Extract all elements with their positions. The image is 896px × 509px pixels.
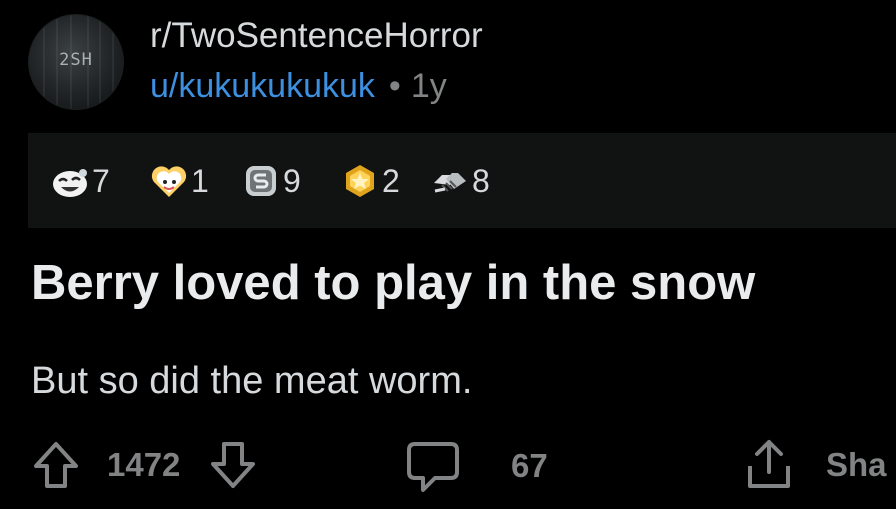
post-age: 1y [410,67,447,105]
gold-award-icon [346,165,374,197]
award-count: 7 [92,163,110,199]
share-button[interactable]: Sha [740,436,887,494]
comment-count: 67 [511,447,548,484]
comments-button[interactable]: 67 [405,438,548,494]
author-link[interactable]: u/kukukukukuk [150,67,375,105]
post-body: But so did the meat worm. [31,360,473,402]
award-item[interactable]: 8 [430,161,490,201]
award-count: 9 [283,163,301,199]
award-item[interactable]: 2 [340,161,400,201]
post-meta: u/kukukukukuk • 1y [150,66,447,106]
award-count: 2 [382,163,400,199]
subreddit-avatar[interactable]: 2SH [28,14,124,110]
post-header: 2SH r/TwoSentenceHorror u/kukukukukuk • 1y [28,10,888,120]
subreddit-avatar-label: 2SH [59,50,93,70]
upvote-count: 1472 [107,446,181,483]
awards-bar[interactable]: 7 1 9 2 8 [28,133,896,228]
share-label: Sha [826,446,887,483]
wholesome-heart-award-icon [151,166,187,197]
meta-separator: • [388,67,401,105]
subreddit-name[interactable]: r/TwoSentenceHorror [150,16,483,56]
silver-award-icon [246,166,276,196]
laughing-face-award-icon [53,169,87,197]
award-count: 8 [472,163,490,199]
award-item[interactable]: 9 [241,161,301,201]
award-count: 1 [191,163,209,199]
downvote-arrow-icon[interactable] [208,440,258,490]
share-icon [748,440,790,488]
upvote-arrow-icon[interactable] [31,440,81,490]
vote-group: 1472 [31,440,258,490]
comment-bubble-icon [407,442,459,492]
award-item[interactable]: 7 [50,161,110,201]
award-item[interactable]: 1 [149,161,209,201]
post-title[interactable]: Berry loved to play in the snow [31,252,755,314]
handshake-award-icon [434,173,466,193]
post-actions: 1472 67 Sha [0,430,896,505]
